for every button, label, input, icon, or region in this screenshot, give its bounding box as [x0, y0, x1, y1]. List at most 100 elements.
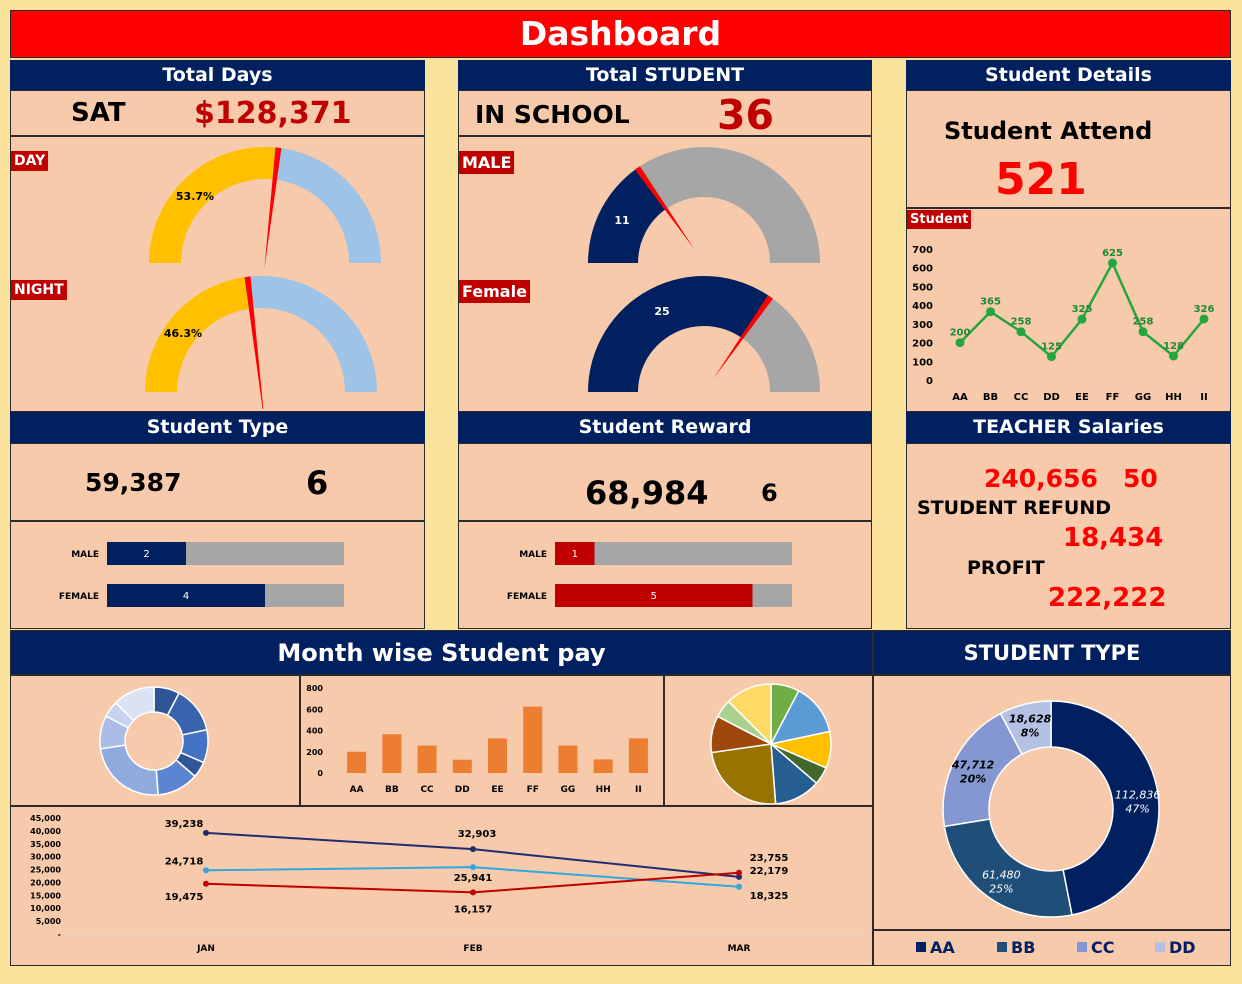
student-data-label: 625	[1102, 248, 1123, 259]
x-tick-label: GG	[1135, 392, 1151, 403]
student-data-label: 258	[1011, 317, 1032, 328]
type-value-label: 4	[183, 591, 189, 602]
male-gauge-label: 11	[614, 214, 629, 227]
student-refund-value: 18,434	[1063, 523, 1164, 553]
month-data-label: 18,325	[750, 891, 789, 902]
student-point	[1108, 258, 1117, 268]
pay-bar	[347, 751, 367, 773]
pay-bar-chart: 0 200 400 600 800 AA BB CC DD EE FF GG HH II	[306, 684, 648, 795]
legend-swatch	[997, 942, 1007, 952]
student-data-label: 258	[1133, 317, 1154, 328]
student-point	[955, 338, 965, 348]
y-tick-label: 300	[912, 320, 933, 331]
pay-x-tick-label: II	[635, 785, 642, 795]
pay-bar	[523, 706, 543, 773]
teacher-salaries-header: TEACHER Salaries	[906, 412, 1231, 443]
month-point	[203, 829, 209, 836]
type-donut-pct-label: 47%	[1125, 803, 1149, 816]
x-tick-label: AA	[952, 392, 968, 403]
student-type-bar-chart: MALE 2 FEMALE 4	[59, 542, 344, 607]
sat-value: $128,371	[194, 96, 352, 131]
student-type-donut-chart: 112,83647% 61,48025% 47,71220% 18,6288%	[942, 700, 1161, 918]
type-donut-pct-label: 20%	[960, 772, 986, 785]
student-point	[1199, 314, 1209, 324]
day-gauge-label: 53.7%	[176, 190, 214, 203]
legend-label: BB	[1011, 938, 1035, 957]
student-point	[1047, 352, 1056, 362]
month-y-tick-label: -	[58, 930, 61, 939]
y-tick-label: 200	[912, 339, 933, 350]
type-donut-pct-label: 8%	[1021, 727, 1040, 740]
student-line-panel: Student 0 100 200 300 400 500 600 700 AA BB CC DD EE…	[906, 208, 1231, 412]
student-type-legend: AA BB CC DD	[916, 938, 1196, 957]
month-y-tick-label: 15,000	[30, 891, 61, 900]
student-point	[1016, 327, 1026, 337]
month-y-tick-label: 5,000	[36, 917, 62, 926]
total-student-header: Total STUDENT	[458, 60, 872, 90]
pay-y-tick-label: 200	[306, 748, 323, 757]
legend-label: AA	[930, 938, 955, 957]
in-school-label: IN SCHOOL	[475, 100, 630, 129]
pay-y-tick-label: 800	[306, 684, 323, 693]
pay-x-tick-label: FF	[527, 785, 539, 795]
month-data-label: 32,903	[458, 829, 497, 840]
pay-bar	[488, 738, 507, 773]
legend-swatch	[916, 942, 926, 952]
month-y-tick-label: 35,000	[30, 840, 61, 849]
female-gauge-label: 25	[654, 305, 669, 318]
x-tick-label: HH	[1165, 392, 1182, 403]
pay-bar	[417, 745, 437, 773]
student-type-kpi-panel: 59,387 6	[10, 443, 425, 521]
sat-label: SAT	[71, 98, 126, 128]
pay-bar	[593, 759, 613, 773]
month-point	[736, 869, 742, 876]
pay-y-tick-label: 0	[317, 769, 323, 778]
type-donut-pct-label: 25%	[989, 882, 1013, 895]
month-data-label: 19,475	[165, 892, 204, 903]
student-type-bars-panel: MALE 2 FEMALE 4	[10, 521, 425, 629]
student-reward-value: 68,984	[585, 474, 709, 512]
teacher-salaries-panel: 240,656 50 STUDENT REFUND 18,434 PROFIT …	[906, 443, 1231, 629]
y-tick-label: 400	[912, 301, 933, 312]
month-point	[736, 883, 742, 890]
student-reward-count: 6	[761, 479, 778, 507]
small-donut-box	[10, 675, 300, 806]
pay-x-tick-label: CC	[420, 785, 434, 795]
type-donut-value-label: 47,712	[951, 758, 995, 771]
pay-x-tick-label: DD	[455, 785, 470, 795]
night-gauge-label: 46.3%	[164, 327, 202, 340]
in-school-value: 36	[717, 91, 775, 139]
pay-y-tick-label: 400	[306, 727, 323, 736]
pay-x-tick-label: GG	[561, 785, 576, 795]
student-data-label: 128	[1163, 341, 1184, 352]
student-data-label: 365	[980, 297, 1001, 308]
type-donut-value-label: 61,480	[982, 868, 1021, 881]
pay-bar	[452, 759, 472, 773]
profit-value: 222,222	[1048, 583, 1167, 613]
month-data-label: 25,941	[454, 873, 493, 884]
total-days-header: Total Days	[10, 60, 425, 90]
student-attend-label: Student Attend	[944, 117, 1153, 145]
month-y-tick-label: 20,000	[30, 878, 61, 887]
small-pie-slice	[710, 743, 777, 805]
x-tick-label: DD	[1043, 392, 1060, 403]
x-tick-label: BB	[983, 392, 998, 403]
pay-bar	[628, 738, 648, 773]
small-pie-box	[664, 675, 873, 806]
month-data-label: 23,755	[750, 853, 789, 864]
student-data-label: 326	[1194, 304, 1215, 315]
reward-cat-label: MALE	[519, 550, 547, 560]
month-pay-header: Month wise Student pay	[10, 630, 873, 675]
total-days-gauge-panel: DAY NIGHT 53.7% 46.3%	[10, 136, 425, 412]
type-donut-value-label: 112,836	[1115, 789, 1161, 802]
day-night-gauges: 53.7% 46.3%	[145, 146, 381, 409]
y-tick-label: 500	[912, 282, 933, 293]
month-point	[470, 864, 476, 871]
x-tick-label: CC	[1014, 392, 1029, 403]
month-x-tick-label: MAR	[728, 944, 751, 954]
student-type-legend-box: AA BB CC DD	[873, 930, 1231, 966]
y-tick-label: 600	[912, 264, 933, 275]
profit-label: PROFIT	[967, 557, 1045, 579]
night-gauge-rest	[247, 276, 377, 392]
student-data-label: 200	[950, 328, 971, 339]
